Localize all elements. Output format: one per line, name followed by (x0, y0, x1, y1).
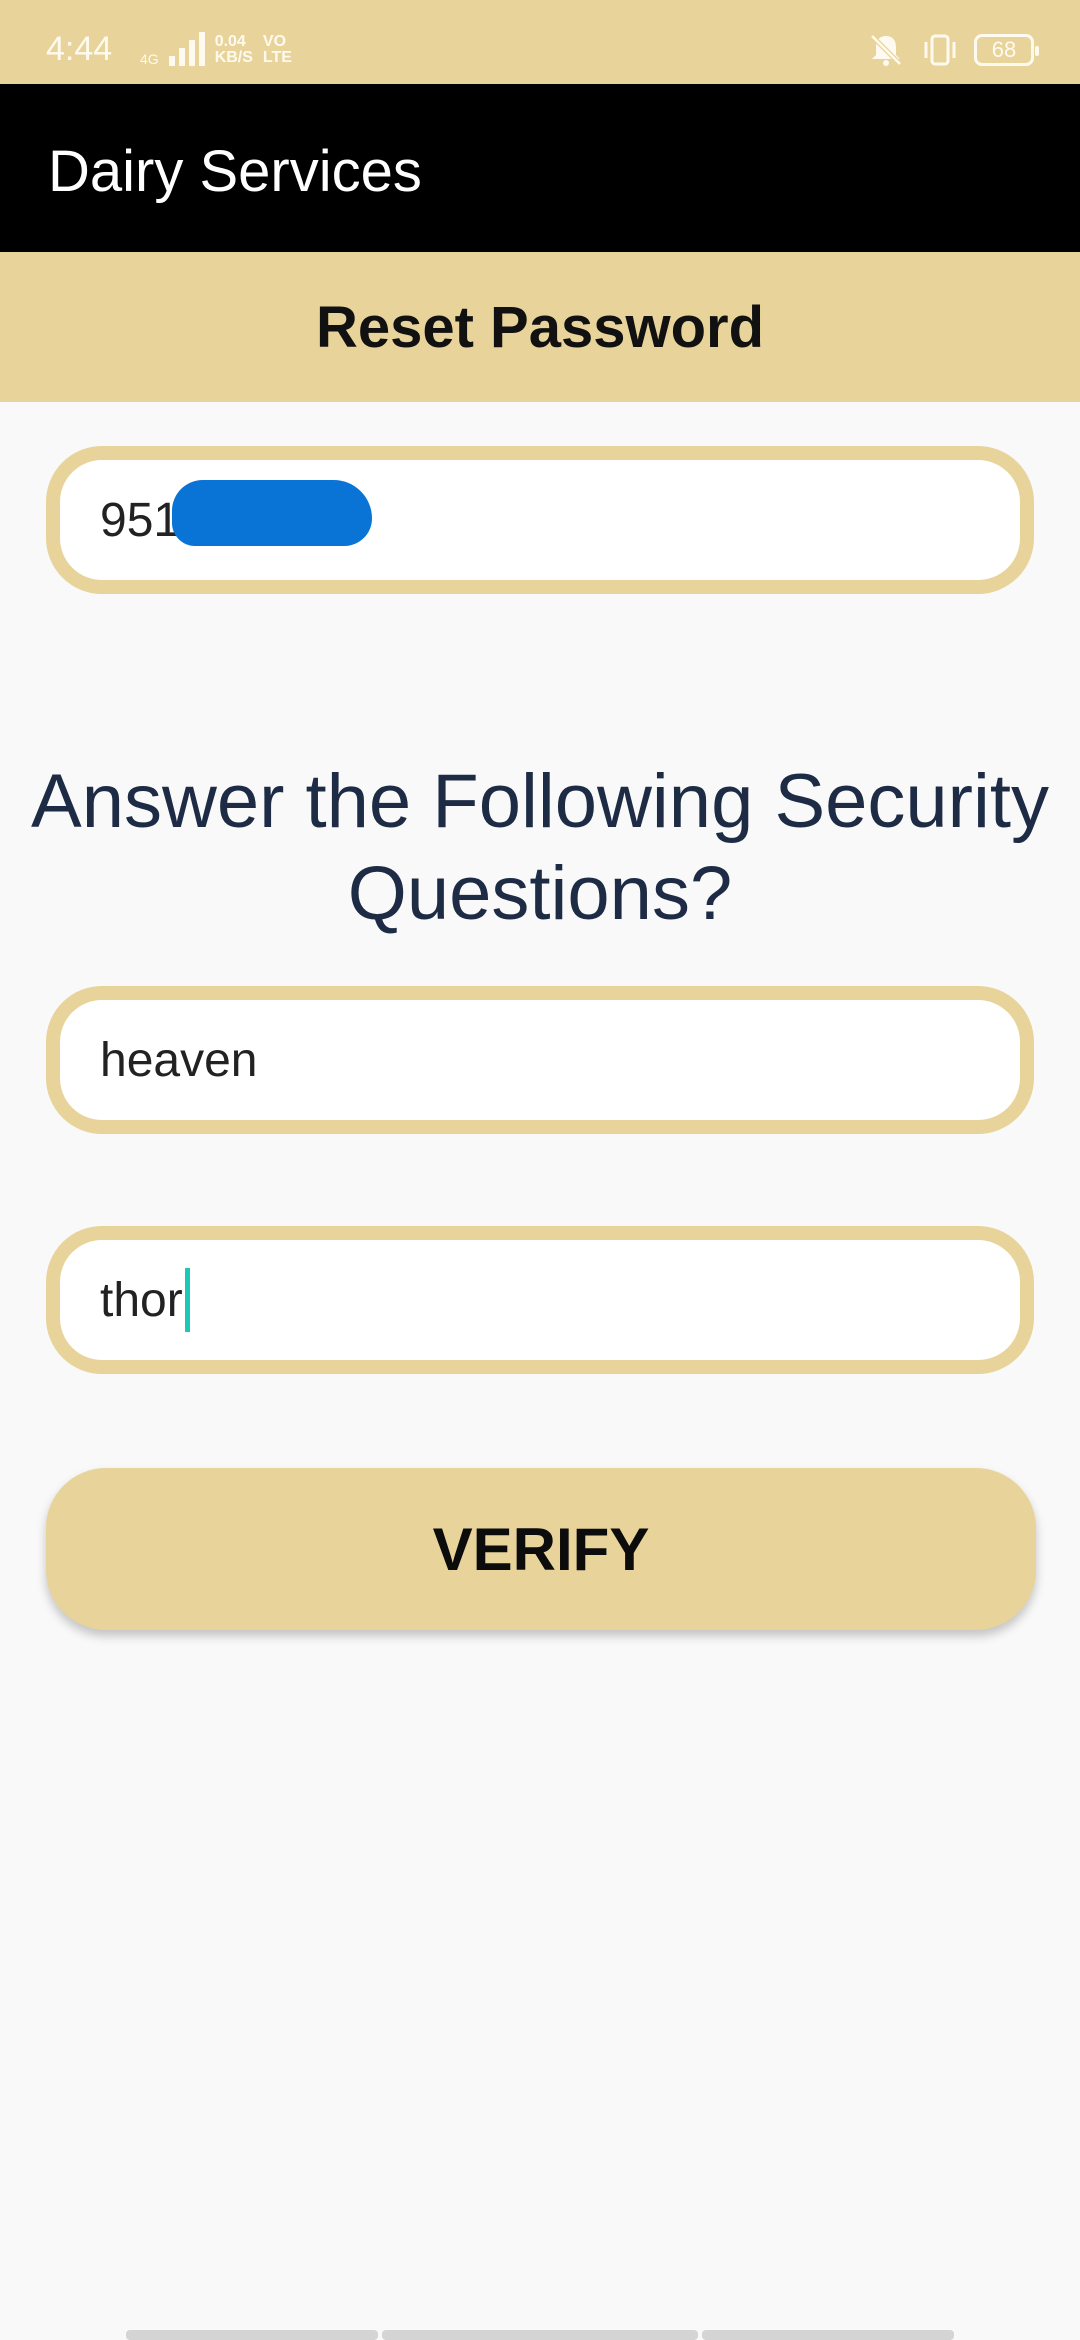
app-bar: Dairy Services (0, 84, 1080, 252)
status-bar: 4:44 4G 0.04 KB/S VO LTE 68 (0, 0, 1080, 84)
vibrate-icon (924, 34, 956, 66)
security-answer-2-field[interactable]: thor (46, 1226, 1034, 1374)
status-time: 4:44 (46, 30, 113, 68)
battery-icon: 68 (974, 34, 1039, 66)
security-questions-heading: Answer the Following Security Questions? (31, 759, 1049, 936)
page-title: Reset Password (315, 294, 765, 360)
text-cursor (184, 1268, 190, 1332)
status-network-indicators: 4G 0.04 KB/S VO LTE (140, 32, 292, 66)
security-answer-2-input[interactable]: thor (100, 1273, 183, 1328)
network-type-label: 4G (140, 51, 159, 67)
security-answer-1-field[interactable] (46, 986, 1034, 1134)
verify-button[interactable]: VERIFY (46, 1468, 1036, 1630)
mute-notifications-icon (870, 34, 902, 66)
page-header: Reset Password (0, 252, 1080, 402)
network-speed-value: 0.04 (214, 33, 246, 50)
network-speed-unit: KB/S (214, 49, 253, 66)
battery-level: 68 (991, 37, 1017, 62)
app-title: Dairy Services (48, 139, 422, 204)
volte-bottom-label: LTE (262, 49, 292, 66)
nav-hint-left (126, 2330, 378, 2340)
security-answer-1-input[interactable] (100, 1032, 1020, 1088)
nav-hint-center (382, 2330, 698, 2340)
volte-indicator: VO LTE (263, 34, 292, 66)
nav-hint-right (702, 2330, 954, 2340)
redaction-mark (172, 480, 372, 546)
status-system-icons: 68 (866, 30, 1039, 70)
network-speed: 0.04 KB/S (215, 34, 253, 66)
volte-top-label: VO (262, 33, 287, 50)
signal-strength-icon (168, 32, 205, 66)
